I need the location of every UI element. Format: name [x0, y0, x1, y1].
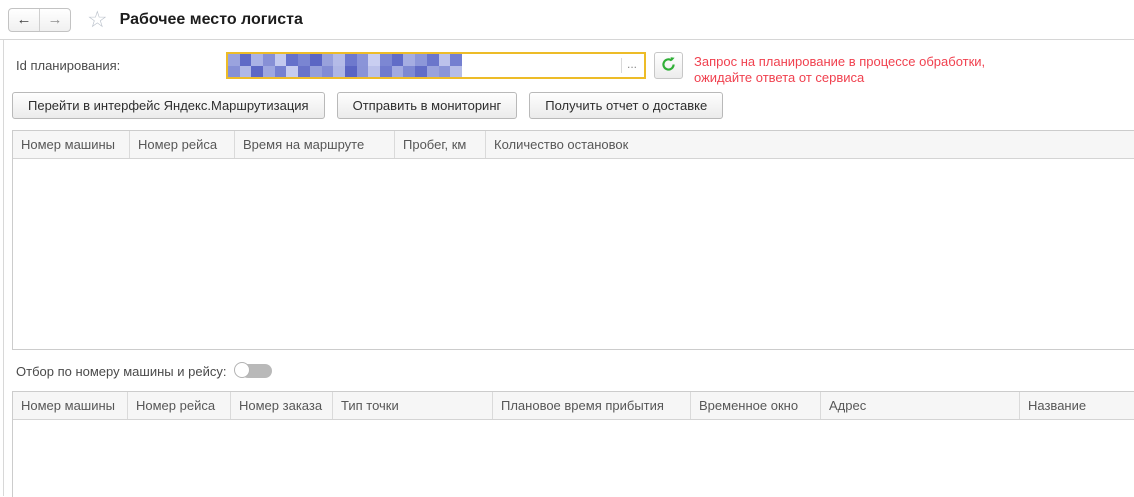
filter-toggle-label: Отбор по номеру машины и рейсу: — [12, 364, 226, 379]
planning-id-input[interactable]: ... — [226, 52, 646, 79]
routes-table: Номер машины Номер рейса Время на маршру… — [12, 130, 1134, 350]
status-message: Запрос на планирование в процессе обрабо… — [694, 52, 1044, 86]
refresh-icon — [660, 56, 677, 76]
open-yandex-routing-button[interactable]: Перейти в интерфейс Яндекс.Маршрутизация — [12, 92, 325, 119]
column-header-trip-number[interactable]: Номер рейса — [128, 392, 231, 419]
planning-id-label: Id планирования: — [12, 52, 226, 79]
stops-table-header: Номер машины Номер рейса Номер заказа Ти… — [13, 392, 1134, 420]
page-title: Рабочее место логиста — [120, 11, 303, 29]
logist-workspace-window: ← → ☆ Рабочее место логиста Id планирова… — [0, 0, 1134, 497]
form-content: Id планирования: ... Запрос на планирова… — [3, 40, 1134, 496]
column-header-vehicle-number[interactable]: Номер машины — [13, 131, 130, 158]
column-header-trip-number[interactable]: Номер рейса — [130, 131, 235, 158]
back-button[interactable]: ← — [9, 9, 39, 31]
stops-table-body[interactable] — [13, 420, 1134, 497]
routes-table-header: Номер машины Номер рейса Время на маршру… — [13, 131, 1134, 159]
column-header-address[interactable]: Адрес — [821, 392, 1020, 419]
send-to-monitoring-button[interactable]: Отправить в мониторинг — [337, 92, 518, 119]
filter-row: Отбор по номеру машины и рейсу: — [12, 362, 1134, 380]
column-header-mileage[interactable]: Пробег, км — [395, 131, 486, 158]
column-header-point-type[interactable]: Тип точки — [333, 392, 493, 419]
nav-history-group: ← → — [8, 8, 71, 32]
column-header-name[interactable]: Название — [1020, 392, 1134, 419]
redacted-id-mosaic — [228, 54, 462, 77]
column-header-route-time[interactable]: Время на маршруте — [235, 131, 395, 158]
status-line-2: ожидайте ответа от сервиса — [694, 70, 1044, 86]
forward-button[interactable]: → — [40, 9, 70, 31]
filter-toggle[interactable] — [234, 362, 273, 380]
planning-id-row: Id планирования: ... Запрос на планирова… — [12, 52, 1134, 79]
favorite-star-icon[interactable]: ☆ — [87, 8, 108, 31]
get-delivery-report-button[interactable]: Получить отчет о доставке — [529, 92, 723, 119]
title-bar: ← → ☆ Рабочее место логиста — [0, 0, 1134, 40]
status-line-1: Запрос на планирование в процессе обрабо… — [694, 54, 1044, 70]
toolbar: Перейти в интерфейс Яндекс.Маршрутизация… — [12, 92, 1134, 119]
column-header-time-window[interactable]: Временное окно — [691, 392, 821, 419]
column-header-order-number[interactable]: Номер заказа — [231, 392, 333, 419]
refresh-button[interactable] — [654, 52, 683, 79]
stops-table: Номер машины Номер рейса Номер заказа Ти… — [12, 391, 1134, 497]
choose-value-button[interactable]: ... — [622, 57, 644, 74]
routes-table-body[interactable] — [13, 159, 1134, 349]
column-header-planned-arrival[interactable]: Плановое время прибытия — [493, 392, 691, 419]
column-header-stops-count[interactable]: Количество остановок — [486, 131, 1134, 158]
column-header-vehicle-number[interactable]: Номер машины — [13, 392, 128, 419]
